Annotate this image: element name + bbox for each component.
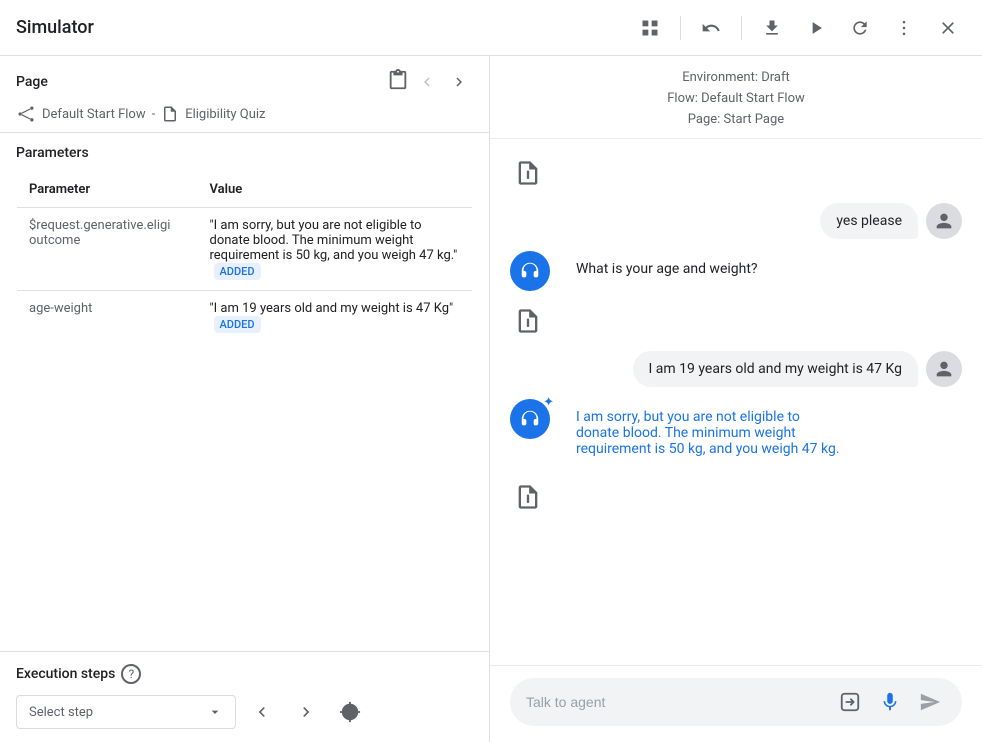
user-bubble: I am 19 years old and my weight is 47 Kg [633, 351, 918, 387]
chat-input-wrapper [510, 678, 962, 726]
doc-info-icon [514, 307, 542, 335]
user-avatar [926, 351, 962, 387]
agent-message-row: What is your age and weight? [510, 251, 962, 291]
execution-label: Execution steps [16, 666, 115, 682]
exec-next-button[interactable] [288, 694, 324, 730]
params-label: Parameters [16, 145, 473, 161]
user-message-row: I am 19 years old and my weight is 47 Kg [510, 351, 962, 387]
grid-icon [640, 18, 660, 38]
page-doc-icon [161, 105, 179, 123]
app-header: Simulator [0, 0, 982, 56]
info-doc-icon [510, 303, 546, 339]
grid-icon-button[interactable] [632, 10, 668, 46]
execution-controls: Select step [16, 694, 473, 730]
undo-button[interactable] [693, 10, 729, 46]
chat-input[interactable] [526, 694, 826, 710]
header-divider-1 [680, 16, 681, 40]
undo-icon [701, 18, 721, 38]
close-button[interactable] [930, 10, 966, 46]
prev-page-button[interactable] [413, 68, 441, 96]
info-doc-icon [510, 479, 546, 515]
header-divider-2 [741, 16, 742, 40]
left-panel: Page [0, 56, 490, 742]
col-parameter: Parameter [17, 172, 198, 208]
param-name-cell: $request.generative.eligi outcome [17, 208, 198, 291]
added-badge: ADDED [214, 316, 261, 333]
mic-button[interactable] [874, 686, 906, 718]
chevron-down-icon [207, 704, 223, 720]
doc-info-icon [514, 159, 542, 187]
step-select[interactable]: Select step [16, 695, 236, 729]
exec-prev-button[interactable] [244, 694, 280, 730]
agent-avatar-wrapper: ✦ [510, 399, 550, 439]
info-icon-row [510, 155, 962, 191]
help-icon[interactable]: ? [121, 664, 141, 684]
chat-header: Environment: Draft Flow: Default Start F… [490, 56, 982, 139]
col-value: Value [198, 172, 473, 208]
table-row: age-weight"I am 19 years old and my weig… [17, 291, 473, 344]
breadcrumb-sep: - [152, 107, 156, 122]
send-icon [919, 691, 941, 713]
chat-page-line: Page: Start Page [510, 110, 962, 131]
user-bubble: yes please [820, 203, 918, 239]
breadcrumb-page: Eligibility Quiz [185, 107, 265, 122]
app-title: Simulator [16, 17, 632, 38]
param-name-cell: age-weight [17, 291, 198, 344]
refresh-button[interactable] [842, 10, 878, 46]
execution-header: Execution steps ? [16, 664, 473, 684]
params-section: Parameters Parameter Value $request.gene… [0, 133, 489, 651]
ai-sparkle-icon: ✦ [543, 395, 554, 410]
play-icon [806, 18, 826, 38]
download-button[interactable] [754, 10, 790, 46]
chat-flow-line: Flow: Default Start Flow [510, 89, 962, 110]
header-toolbar [632, 10, 966, 46]
send-button[interactable] [914, 686, 946, 718]
user-message-row: yes please [510, 203, 962, 239]
execution-section: Execution steps ? Select step [0, 651, 489, 742]
page-controls [387, 68, 473, 96]
close-icon [938, 18, 958, 38]
refresh-icon [850, 18, 870, 38]
breadcrumb: Default Start Flow - Eligibility Quiz [16, 104, 473, 124]
next-page-button[interactable] [445, 68, 473, 96]
right-panel: Environment: Draft Flow: Default Start F… [490, 56, 982, 742]
param-value-cell: "I am sorry, but you are not eligible to… [198, 208, 473, 291]
params-table: Parameter Value $request.generative.elig… [16, 171, 473, 344]
chat-messages: yes please What is your age and weight? … [490, 139, 982, 665]
exec-target-button[interactable] [332, 694, 368, 730]
agent-bubble: What is your age and weight? [560, 251, 774, 287]
agent-bubble: I am sorry, but you are not eligible to … [560, 399, 860, 467]
agent-message-row: ✦I am sorry, but you are not eligible to… [510, 399, 962, 467]
mic-icon [879, 691, 901, 713]
agent-avatar [510, 251, 550, 291]
doc-info-icon [514, 483, 542, 511]
page-label: Page [16, 74, 48, 90]
info-doc-icon [510, 155, 546, 191]
info-icon-row [510, 479, 962, 515]
clipboard-icon[interactable] [387, 69, 409, 96]
breadcrumb-flow: Default Start Flow [42, 107, 146, 122]
page-section: Page [0, 56, 489, 133]
chat-input-area [490, 665, 982, 742]
submit-text-button[interactable] [834, 686, 866, 718]
table-row: $request.generative.eligi outcome"I am s… [17, 208, 473, 291]
user-avatar [926, 203, 962, 239]
step-select-placeholder: Select step [29, 705, 93, 720]
page-header: Page [16, 68, 473, 96]
submit-text-icon [839, 691, 861, 713]
info-icon-row [510, 303, 962, 339]
main-content: Page [0, 56, 982, 742]
added-badge: ADDED [214, 263, 261, 280]
more-button[interactable] [886, 10, 922, 46]
download-icon [762, 18, 782, 38]
more-icon [894, 18, 914, 38]
agent-avatar-wrapper [510, 251, 550, 291]
chat-env-line: Environment: Draft [510, 68, 962, 89]
param-value-cell: "I am 19 years old and my weight is 47 K… [198, 291, 473, 344]
flow-icon [16, 104, 36, 124]
play-button[interactable] [798, 10, 834, 46]
